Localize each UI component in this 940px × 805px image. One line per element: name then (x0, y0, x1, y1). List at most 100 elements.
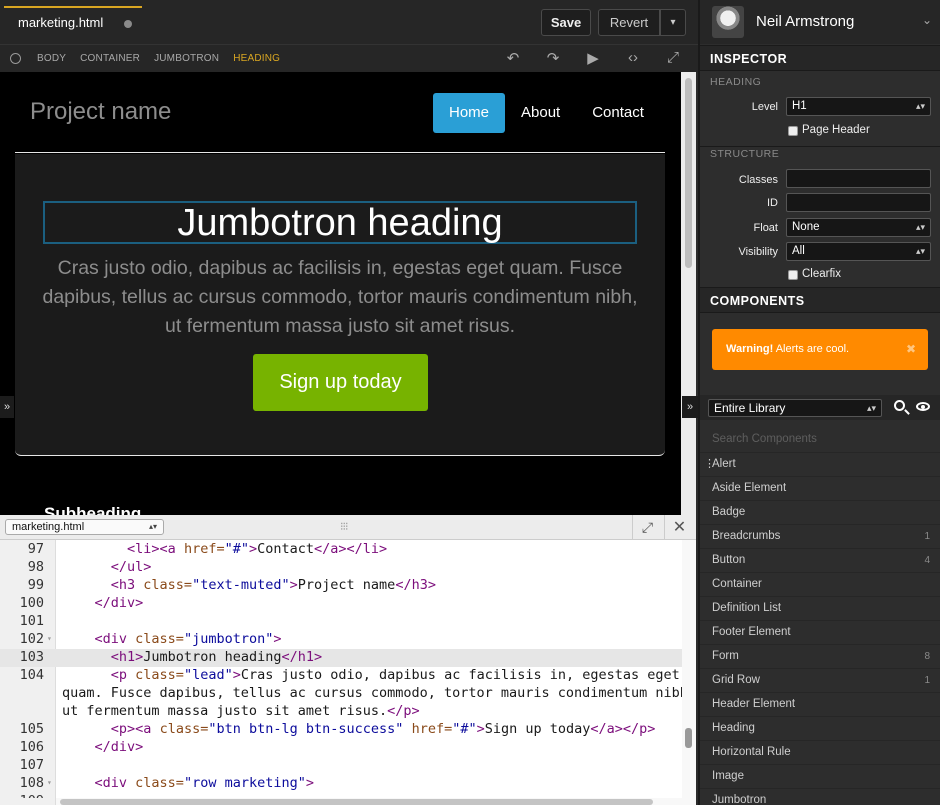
canvas-scroll-thumb[interactable] (685, 78, 692, 268)
component-item[interactable]: Breadcrumbs 1 (700, 524, 940, 548)
component-item[interactable]: Badge (700, 500, 940, 524)
revert-button[interactable]: Revert (598, 9, 660, 36)
code-line[interactable]: 101 (0, 613, 682, 631)
level-select[interactable]: H1 ▴▾ (786, 97, 931, 116)
file-tab[interactable]: marketing.html (4, 6, 142, 38)
component-item[interactable]: Form 8 (700, 644, 940, 668)
code-line[interactable]: 108 ▾ <div class="row marketing"> (0, 775, 682, 793)
component-item[interactable]: Container (700, 572, 940, 596)
code-line[interactable]: 99 <h3 class="text-muted">Project name</… (0, 577, 682, 595)
code-line[interactable]: quam. Fusce dapibus, tellus ac cursus co… (0, 685, 682, 703)
code-line[interactable]: 98 </ul> (0, 559, 682, 577)
chevron-down-icon[interactable]: ⌄ (922, 13, 932, 27)
component-item[interactable]: Jumbotron (700, 788, 940, 805)
library-select[interactable]: Entire Library ▴▾ (708, 399, 882, 417)
code-token: <h3 (110, 577, 144, 593)
component-item[interactable]: Heading (700, 716, 940, 740)
component-item[interactable]: Aside Element (700, 476, 940, 500)
breadcrumb-body[interactable]: BODY (37, 53, 66, 64)
jumbotron-lead[interactable]: Cras justo odio, dapibus ac facilisis in… (35, 254, 645, 341)
close-icon[interactable]: ✖ (906, 329, 916, 370)
visibility-select[interactable]: All ▴▾ (786, 242, 931, 261)
code-line[interactable]: ut fermentum massa justo sit amet risus.… (0, 703, 682, 721)
breadcrumb-bar: BODY CONTAINER JUMBOTRON HEADING ↶ ↷ ▶ ‹… (0, 44, 698, 72)
float-select[interactable]: None ▴▾ (786, 218, 931, 237)
code-line[interactable]: 102 ▾ <div class="jumbotron"> (0, 631, 682, 649)
preview-nav-home[interactable]: Home (433, 93, 506, 133)
code-line[interactable]: 105 <p><a class="btn btn-lg btn-success"… (0, 721, 682, 739)
component-item[interactable]: Footer Element (700, 620, 940, 644)
component-item[interactable]: Button 4 (700, 548, 940, 572)
code-line[interactable]: 97 <li><a href="#">Contact</a></li> (0, 541, 682, 559)
editor-close-icon[interactable]: ✕ (664, 515, 694, 540)
code-text: <div class="jumbotron"> (62, 631, 282, 647)
target-icon[interactable] (10, 53, 21, 64)
component-item[interactable]: Header Element (700, 692, 940, 716)
id-input[interactable] (786, 193, 931, 212)
preview-nav-about[interactable]: About (505, 93, 576, 133)
alert-preview[interactable]: Warning! Alerts are cool. ✖ (712, 329, 928, 370)
component-item[interactable]: Image (700, 764, 940, 788)
component-item[interactable]: Definition List (700, 596, 940, 620)
breadcrumb-container[interactable]: CONTAINER (80, 53, 140, 64)
component-item-label: Heading (712, 722, 755, 734)
resize-grip-icon[interactable]: ⁝⁝⁝ (340, 520, 348, 533)
classes-label: Classes (738, 174, 778, 186)
editor-vscroll-thumb[interactable] (685, 728, 692, 748)
eye-icon[interactable] (916, 402, 930, 411)
save-button[interactable]: Save (541, 9, 591, 36)
level-select-value: H1 (792, 100, 807, 112)
fullscreen-icon[interactable]: ⤢ (662, 49, 684, 67)
preview-nav-contact[interactable]: Contact (576, 93, 660, 133)
code-token: quam. Fusce dapibus, tellus ac cursus co… (62, 685, 682, 701)
editor-hscroll-thumb[interactable] (60, 799, 653, 805)
jumbotron-heading[interactable]: Jumbotron heading (43, 201, 637, 244)
code-line[interactable]: 100 </div> (0, 595, 682, 613)
code-token: Cras justo odio, dapibus ac facilisis in… (240, 667, 680, 683)
component-item[interactable]: Horizontal Rule (700, 740, 940, 764)
user-bar[interactable]: Neil Armstrong ⌄ (700, 0, 940, 44)
signup-button[interactable]: Sign up today (253, 354, 428, 411)
line-number: 97 (27, 541, 44, 557)
component-search-input[interactable]: Search Components (700, 428, 940, 452)
preview-subheading[interactable]: Subheading (44, 504, 141, 515)
expand-right-panel-icon[interactable]: » (682, 396, 698, 418)
redo-icon[interactable]: ↷ (542, 49, 564, 67)
component-item[interactable]: Alert (700, 452, 940, 476)
code-icon[interactable]: ‹› (622, 49, 644, 67)
expand-left-panel-icon[interactable]: » (0, 396, 14, 418)
clearfix-checkbox[interactable] (788, 270, 798, 280)
code-line[interactable]: 104 <p class="lead">Cras justo odio, dap… (0, 667, 682, 685)
breadcrumb-heading[interactable]: HEADING (233, 53, 280, 64)
design-canvas[interactable]: Project name Home About Contact Jumbotro… (0, 72, 681, 515)
code-area[interactable]: 97 <li><a href="#">Contact</a></li> 98 </… (0, 540, 682, 798)
editor-vscrollbar[interactable] (682, 540, 696, 805)
play-icon[interactable]: ▶ (582, 49, 604, 67)
revert-dropdown-button[interactable]: ▾ (660, 9, 686, 36)
editor-hscrollbar[interactable] (56, 798, 682, 805)
component-item-label: Aside Element (712, 482, 787, 494)
code-line[interactable]: 103 <h1>Jumbotron heading</h1> (0, 649, 682, 667)
search-icon[interactable] (894, 400, 905, 411)
code-editor: marketing.html ▴▾ ⁝⁝⁝ ⤢ ✕ 97 <li><a href… (0, 515, 696, 805)
preview-jumbotron[interactable]: Jumbotron heading Cras justo odio, dapib… (15, 154, 665, 456)
page-header-checkbox[interactable] (788, 126, 798, 136)
canvas-scrollbar[interactable] (681, 72, 696, 515)
fold-arrow-icon[interactable]: ▾ (47, 778, 52, 787)
user-name: Neil Armstrong (756, 13, 855, 30)
editor-expand-icon[interactable]: ⤢ (632, 515, 662, 540)
fold-arrow-icon[interactable]: ▾ (47, 796, 52, 798)
code-token: <a (159, 541, 184, 557)
code-token: href= (183, 541, 225, 557)
breadcrumb-jumbotron[interactable]: JUMBOTRON (154, 53, 219, 64)
editor-file-select[interactable]: marketing.html ▴▾ (5, 519, 164, 535)
fold-arrow-icon[interactable]: ▾ (47, 634, 52, 643)
editor-file-select-label: marketing.html (12, 521, 85, 533)
undo-icon[interactable]: ↶ (502, 49, 524, 67)
component-item[interactable]: Grid Row 1 (700, 668, 940, 692)
code-line[interactable]: 107 (0, 757, 682, 775)
classes-input[interactable] (786, 169, 931, 188)
code-line[interactable]: 106 </div> (0, 739, 682, 757)
